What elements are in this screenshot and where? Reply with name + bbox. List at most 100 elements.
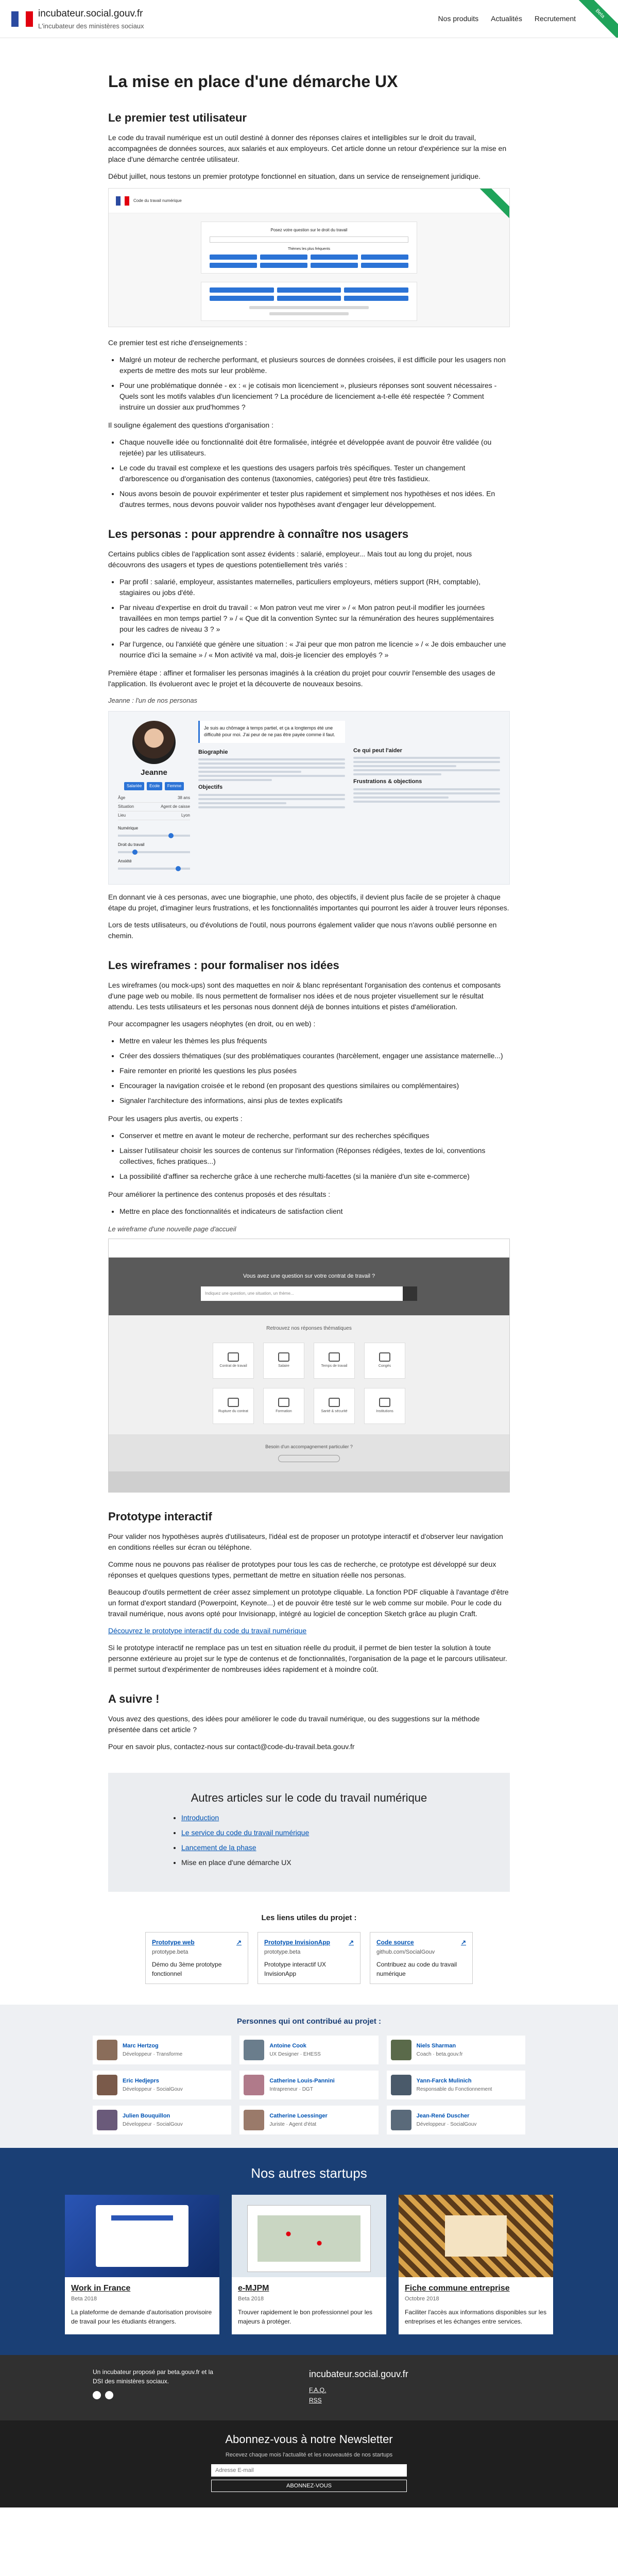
nav-produits[interactable]: Nos produits: [438, 13, 479, 24]
contributor-name: Jean-René Duscher: [416, 2113, 470, 2120]
persona-name: Jeanne: [141, 768, 167, 777]
paragraph: Pour valider nos hypothèses auprès d'uti…: [108, 1532, 503, 1551]
useful-links-title: Les liens utiles du projet :: [261, 1913, 357, 1922]
persona-caption: Jeanne : l'un de nos personas: [108, 697, 198, 704]
persona-needs-title: Ce qui peut l'aider: [353, 747, 402, 754]
contributors-section: Personnes qui ont contribué au projet : …: [0, 2004, 618, 2148]
useful-links: Prototype web ↗ prototype.beta Démo du 3è…: [108, 1932, 510, 1984]
nav-recrutement[interactable]: Recrutement: [535, 13, 576, 24]
search-icon: [403, 1286, 417, 1301]
paragraph: Première étape : affiner et formaliser l…: [108, 669, 495, 688]
list: Mettre en valeur les thèmes les plus fré…: [119, 1036, 510, 1106]
site-footer: Un incubateur proposé par beta.gouv.fr e…: [0, 2354, 618, 2420]
link-card[interactable]: Code source ↗ github.com/SocialGouv Contr…: [370, 1932, 473, 1984]
contributor-avatar: [97, 2040, 117, 2060]
contributor-card[interactable]: Niels Sharman Coach · beta.gouv.fr: [386, 2036, 525, 2064]
newsletter-title: Abonnez-vous à notre Newsletter: [225, 2432, 393, 2446]
persona-tag: Femme: [164, 782, 184, 790]
contributor-card[interactable]: Catherine Louis-Pannini Intrapreneur · DG…: [239, 2071, 379, 2099]
startup-image: [232, 2195, 386, 2277]
contributor-name: Catherine Louis-Pannini: [269, 2078, 335, 2084]
wireframe-hero-title: Vous avez une question sur votre contrat…: [243, 1273, 375, 1279]
contributor-role: Développeur · Transforme: [123, 2051, 183, 2057]
paragraph: Il souligne également des questions d'or…: [108, 421, 273, 429]
startup-card[interactable]: Work in France Beta 2018 La plateforme de …: [65, 2195, 219, 2334]
footer-rss[interactable]: RSS: [309, 2397, 322, 2404]
persona-card: Jeanne Salariée Ecole Femme Âge 38 ans Si…: [108, 710, 510, 885]
subscribe-button[interactable]: ABONNEZ-VOUS: [211, 2480, 407, 2492]
persona-goals-title: Objectifs: [198, 784, 223, 790]
site-title: incubateur.social.gouv.fr: [38, 8, 143, 19]
list: Malgré un moteur de recherche performant…: [119, 354, 510, 413]
mock-themes-title: Thèmes les plus fréquents: [287, 247, 331, 251]
paragraph: Ce premier test est riche d'enseignement…: [108, 338, 247, 347]
other-article-link[interactable]: Introduction: [181, 1814, 219, 1822]
paragraph: Pour les usagers plus avertis, ou expert…: [108, 1114, 243, 1123]
article: La mise en place d'une démarche UX Le pr…: [108, 69, 510, 1984]
footer-faq[interactable]: F.A.Q.: [309, 2386, 326, 2394]
link-card[interactable]: Prototype web ↗ prototype.beta Démo du 3è…: [145, 1932, 248, 1984]
contributor-card[interactable]: Eric Hedjeprs Développeur · SocialGouv: [93, 2071, 232, 2099]
contributor-card[interactable]: Catherine Loessinger Juriste · Agent d'ét…: [239, 2106, 379, 2134]
contributor-card[interactable]: Marc Hertzog Développeur · Transforme: [93, 2036, 232, 2064]
persona-tag: Ecole: [147, 782, 163, 790]
startup-image: [399, 2195, 553, 2277]
other-articles: Autres articles sur le code du travail n…: [108, 1772, 510, 1892]
contributor-name: Eric Hedjeprs: [123, 2078, 159, 2084]
startup-image: [65, 2195, 219, 2277]
contributor-avatar: [244, 2040, 265, 2060]
contributor-card[interactable]: Jean-René Duscher Développeur · SocialGou…: [386, 2106, 525, 2134]
external-link-icon: ↗: [460, 1939, 466, 1946]
paragraph: Lors de tests utilisateurs, ou d'évoluti…: [108, 921, 497, 940]
contributors-title: Personnes qui ont contribué au projet :: [236, 2016, 382, 2026]
footer-title: incubateur.social.gouv.fr: [309, 2368, 408, 2379]
prototype-link[interactable]: Découvrez le prototype interactif du cod…: [108, 1626, 306, 1635]
brand[interactable]: incubateur.social.gouv.fr L'incubateur d…: [11, 7, 144, 31]
site-subtitle: L'incubateur des ministères sociaux: [38, 22, 144, 30]
paragraph: Début juillet, nous testons un premier p…: [108, 172, 480, 180]
paragraph: Le code du travail numérique est un outi…: [108, 133, 507, 163]
startups-title: Nos autres startups: [251, 2165, 367, 2181]
paragraph: Pour améliorer la pertinence des contenu…: [108, 1190, 331, 1198]
footer-about: Un incubateur proposé par beta.gouv.fr e…: [93, 2368, 213, 2385]
link-card[interactable]: Prototype InvisionApp ↗ prototype.beta Pr…: [258, 1932, 360, 1984]
contributor-role: UX Designer · EHESS: [269, 2051, 321, 2057]
nav-actualites[interactable]: Actualités: [491, 13, 522, 24]
contributor-card[interactable]: Julien Bouquillon Développeur · SocialGou…: [93, 2106, 232, 2134]
startup-card[interactable]: Fiche commune entreprise Octobre 2018 Faci…: [399, 2195, 553, 2334]
contributor-card[interactable]: Yann-Farck Mulinich Responsable du Foncti…: [386, 2071, 525, 2099]
main-nav: Nos produits Actualités Recrutement: [438, 13, 576, 24]
other-article-link[interactable]: Le service du code du travail numérique: [181, 1828, 309, 1837]
persona-pain-title: Frustrations & objections: [353, 778, 422, 785]
section-heading-suivre: A suivre !: [108, 1692, 160, 1705]
contributor-avatar: [97, 2075, 117, 2095]
wireframe-image: Vous avez une question sur votre contrat…: [108, 1238, 510, 1493]
email-field[interactable]: [211, 2464, 407, 2477]
contributor-avatar: [390, 2040, 411, 2060]
contributor-name: Julien Bouquillon: [123, 2113, 170, 2120]
mock-question-title: Posez votre question sur le droit du tra…: [270, 228, 348, 232]
contributor-role: Responsable du Fonctionnement: [416, 2086, 492, 2092]
list: Chaque nouvelle idée ou fonctionnalité d…: [119, 437, 510, 510]
wireframe-themes-title: Retrouvez nos réponses thématiques: [266, 1326, 352, 1331]
twitter-icon[interactable]: [105, 2391, 113, 2399]
contributor-role: Développeur · SocialGouv: [123, 2086, 183, 2092]
contributor-avatar: [390, 2075, 411, 2095]
other-article-link[interactable]: Lancement de la phase: [181, 1843, 256, 1852]
wireframe-caption: Le wireframe d'une nouvelle page d'accue…: [108, 1225, 236, 1233]
startups-section: Nos autres startups Work in France Beta 2…: [0, 2148, 618, 2355]
contributor-role: Intrapreneur · DGT: [269, 2086, 313, 2092]
contributor-name: Marc Hertzog: [123, 2043, 159, 2049]
paragraph: Pour accompagner les usagers néophytes (…: [108, 1020, 316, 1028]
contributor-role: Développeur · SocialGouv: [123, 2121, 183, 2127]
github-icon[interactable]: [93, 2391, 101, 2399]
contributor-card[interactable]: Antoine Cook UX Designer · EHESS: [239, 2036, 379, 2064]
external-link-icon: ↗: [348, 1939, 354, 1946]
newsletter: Abonnez-vous à notre Newsletter Recevez …: [0, 2420, 618, 2507]
contributor-name: Catherine Loessinger: [269, 2113, 328, 2120]
startup-card[interactable]: e-MJPM Beta 2018 Trouver rapidement le bon…: [232, 2195, 386, 2334]
paragraph: Comme nous ne pouvons pas réaliser de pr…: [108, 1560, 496, 1579]
paragraph: Les wireframes (ou mock-ups) sont des ma…: [108, 981, 501, 1011]
section-heading-personas: Les personas : pour apprendre à connaîtr…: [108, 528, 409, 540]
newsletter-subtitle: Recevez chaque mois l'actualité et les n…: [225, 2451, 393, 2458]
